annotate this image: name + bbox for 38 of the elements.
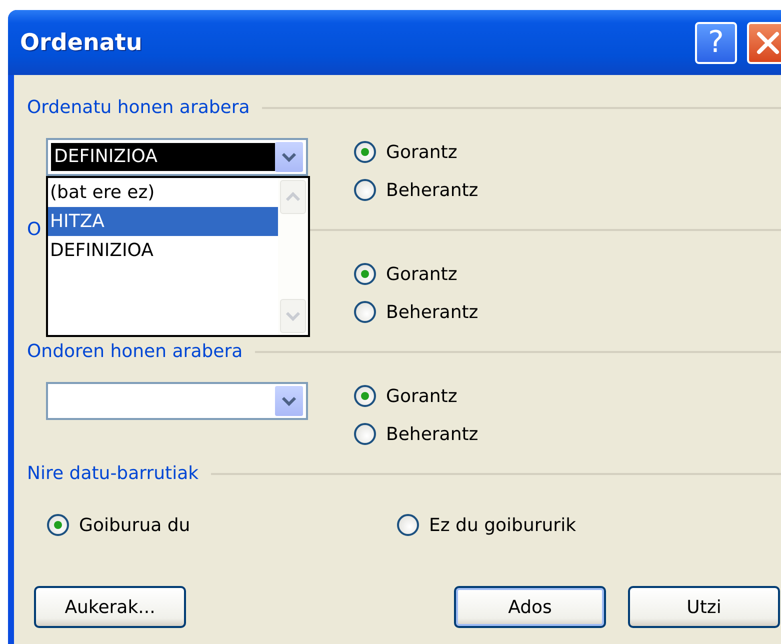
options-button[interactable]: Aukerak... — [34, 586, 186, 628]
radio-button[interactable] — [47, 514, 69, 536]
radio-label: Beherantz — [386, 424, 478, 444]
close-icon — [755, 30, 781, 56]
sort-dropdown[interactable] — [46, 382, 308, 420]
radio-button[interactable] — [354, 179, 376, 201]
radio-button[interactable] — [354, 301, 376, 323]
section-label: Ondoren honen arabera — [27, 340, 243, 364]
chevron-down-icon — [281, 151, 297, 163]
section-label: O — [27, 218, 42, 242]
radio-button[interactable] — [354, 385, 376, 407]
radio-button[interactable] — [354, 263, 376, 285]
chevron-down-icon — [285, 311, 301, 321]
dropdown-value: DEFINIZIOA — [51, 143, 275, 171]
radio-button[interactable] — [354, 423, 376, 445]
window-title: Ordenatu — [20, 30, 142, 56]
radio-button[interactable] — [397, 514, 419, 536]
chevron-up-icon — [285, 192, 301, 202]
section-label: Nire datu-barrutiak — [27, 462, 199, 486]
radio-label: Beherantz — [386, 180, 478, 200]
radio-label: Gorantz — [386, 386, 458, 406]
radio-label: Gorantz — [386, 142, 458, 162]
radio-label: Goiburua du — [79, 514, 190, 536]
radio-label: Gorantz — [386, 264, 458, 284]
dropdown-arrow-button[interactable] — [275, 386, 303, 416]
radio-label: Beherantz — [386, 302, 478, 322]
close-button[interactable] — [747, 22, 781, 64]
dialog-button[interactable]: Utzi — [628, 586, 780, 628]
list-item[interactable]: HITZA — [48, 207, 278, 236]
radio-label: Ez du goibururik — [429, 514, 576, 536]
chevron-down-icon — [281, 395, 297, 407]
dialog-button[interactable]: Ados — [454, 586, 606, 628]
dropdown-arrow-button[interactable] — [275, 142, 303, 172]
list-item[interactable]: DEFINIZIOA — [48, 236, 278, 265]
section-label: Ordenatu honen arabera — [27, 96, 250, 120]
list-item[interactable]: (bat ere ez) — [48, 178, 278, 207]
sort-dropdown[interactable]: DEFINIZIOA — [46, 138, 308, 176]
radio-button[interactable] — [354, 141, 376, 163]
